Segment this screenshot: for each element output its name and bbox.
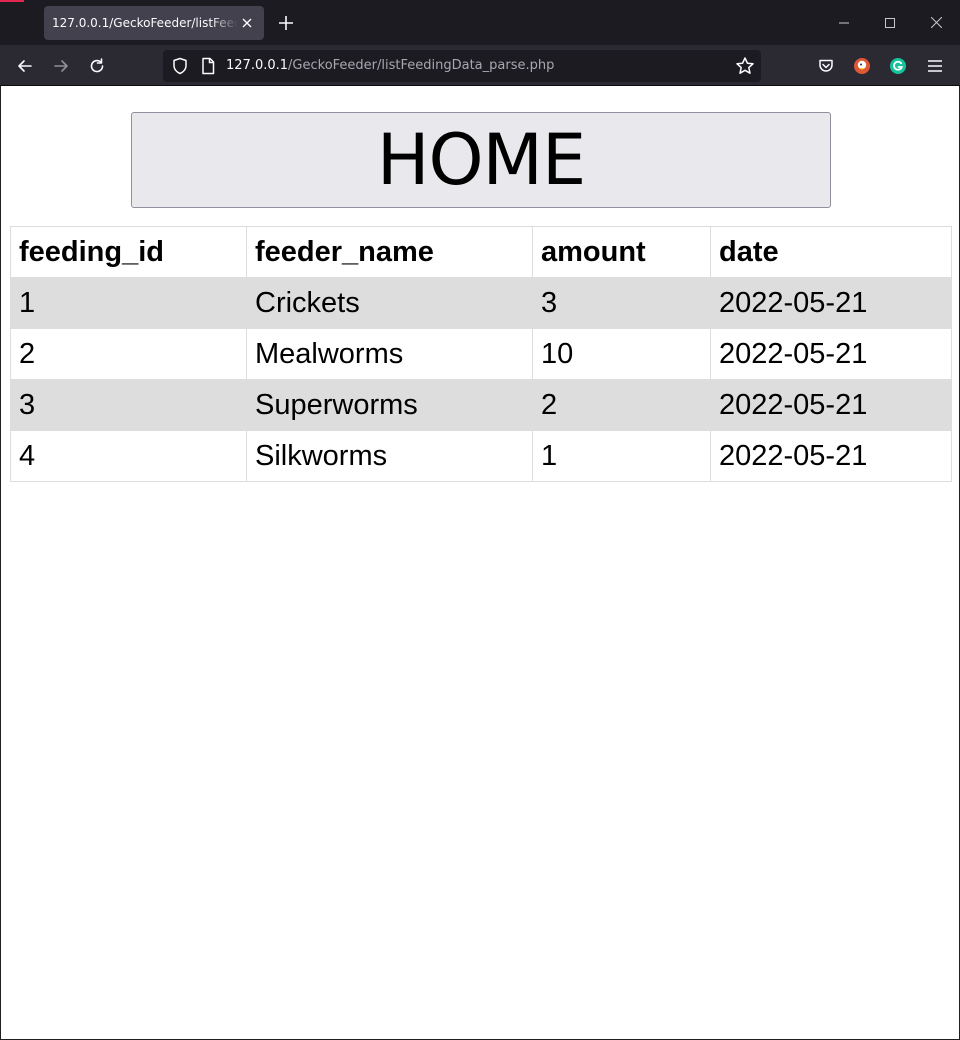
close-icon — [930, 17, 942, 28]
arrow-right-icon — [54, 60, 68, 72]
cell-date: 2022-05-21 — [710, 379, 952, 431]
home-button[interactable]: HOME — [131, 112, 831, 208]
feeding-data-table: feeding_id feeder_name amount date 1 Cri… — [10, 226, 952, 482]
minimize-button[interactable] — [821, 0, 867, 45]
url-path: /GeckoFeeder/listFeedingData_parse.php — [288, 58, 555, 73]
browser-tab[interactable]: 127.0.0.1/GeckoFeeder/listFeedingData_pa… — [44, 6, 264, 40]
cell-amount: 10 — [532, 328, 711, 380]
address-bar[interactable]: 127.0.0.1/GeckoFeeder/listFeedingData_pa… — [163, 50, 761, 82]
column-header-amount: amount — [532, 226, 711, 278]
cell-feeding-id: 3 — [10, 379, 247, 431]
cell-feeding-id: 2 — [10, 328, 247, 380]
new-tab-button[interactable] — [272, 9, 300, 37]
maximize-button[interactable] — [867, 0, 913, 45]
column-header-date: date — [710, 226, 952, 278]
tab-strip: 127.0.0.1/GeckoFeeder/listFeedingData_pa… — [0, 0, 960, 45]
tracking-protection-shield-icon[interactable] — [171, 57, 189, 75]
cell-feeder-name: Crickets — [246, 277, 533, 329]
table-row: 3 Superworms 2 2022-05-21 — [10, 379, 952, 431]
close-tab-icon[interactable] — [238, 14, 256, 32]
page-viewport: HOME feeding_id feeder_name amount date … — [0, 86, 960, 1040]
cell-feeder-name: Superworms — [246, 379, 533, 431]
column-header-feeder-name: feeder_name — [246, 226, 533, 278]
reload-button[interactable] — [82, 51, 112, 81]
cell-date: 2022-05-21 — [710, 277, 952, 329]
arrow-left-icon — [18, 60, 32, 72]
url-host: 127.0.0.1 — [226, 58, 289, 73]
table-header-row: feeding_id feeder_name amount date — [10, 226, 952, 278]
forward-button[interactable] — [46, 51, 76, 81]
hamburger-menu-icon — [928, 60, 942, 72]
application-menu-button[interactable] — [924, 55, 946, 77]
cell-feeder-name: Silkworms — [246, 430, 533, 482]
cell-date: 2022-05-21 — [710, 430, 952, 482]
pocket-icon — [819, 59, 833, 72]
column-header-feeding-id: feeding_id — [10, 226, 247, 278]
tab-title: 127.0.0.1/GeckoFeeder/listFeedingData_pa… — [52, 16, 238, 30]
grammarly-icon — [890, 58, 906, 74]
close-window-button[interactable] — [913, 0, 959, 45]
bookmark-star-icon[interactable] — [735, 56, 755, 76]
cell-amount: 2 — [532, 379, 711, 431]
cell-date: 2022-05-21 — [710, 328, 952, 380]
minimize-icon — [839, 22, 849, 23]
navigation-toolbar: 127.0.0.1/GeckoFeeder/listFeedingData_pa… — [0, 45, 960, 86]
pocket-button[interactable] — [815, 55, 837, 77]
cell-feeding-id: 4 — [10, 430, 247, 482]
window-accent — [0, 0, 24, 2]
cell-feeding-id: 1 — [10, 277, 247, 329]
duckduckgo-extension-button[interactable] — [851, 55, 873, 77]
duckduckgo-icon — [854, 58, 870, 74]
table-row: 4 Silkworms 1 2022-05-21 — [10, 430, 952, 482]
maximize-icon — [885, 17, 895, 28]
back-button[interactable] — [10, 51, 40, 81]
grammarly-extension-button[interactable] — [887, 55, 909, 77]
url-text[interactable]: 127.0.0.1/GeckoFeeder/listFeedingData_pa… — [226, 58, 554, 73]
table-row: 2 Mealworms 10 2022-05-21 — [10, 328, 952, 380]
cell-amount: 3 — [532, 277, 711, 329]
cell-feeder-name: Mealworms — [246, 328, 533, 380]
reload-icon — [90, 58, 104, 73]
cell-amount: 1 — [532, 430, 711, 482]
plus-icon — [279, 16, 293, 30]
page-info-icon[interactable] — [199, 57, 217, 75]
table-row: 1 Crickets 3 2022-05-21 — [10, 277, 952, 329]
